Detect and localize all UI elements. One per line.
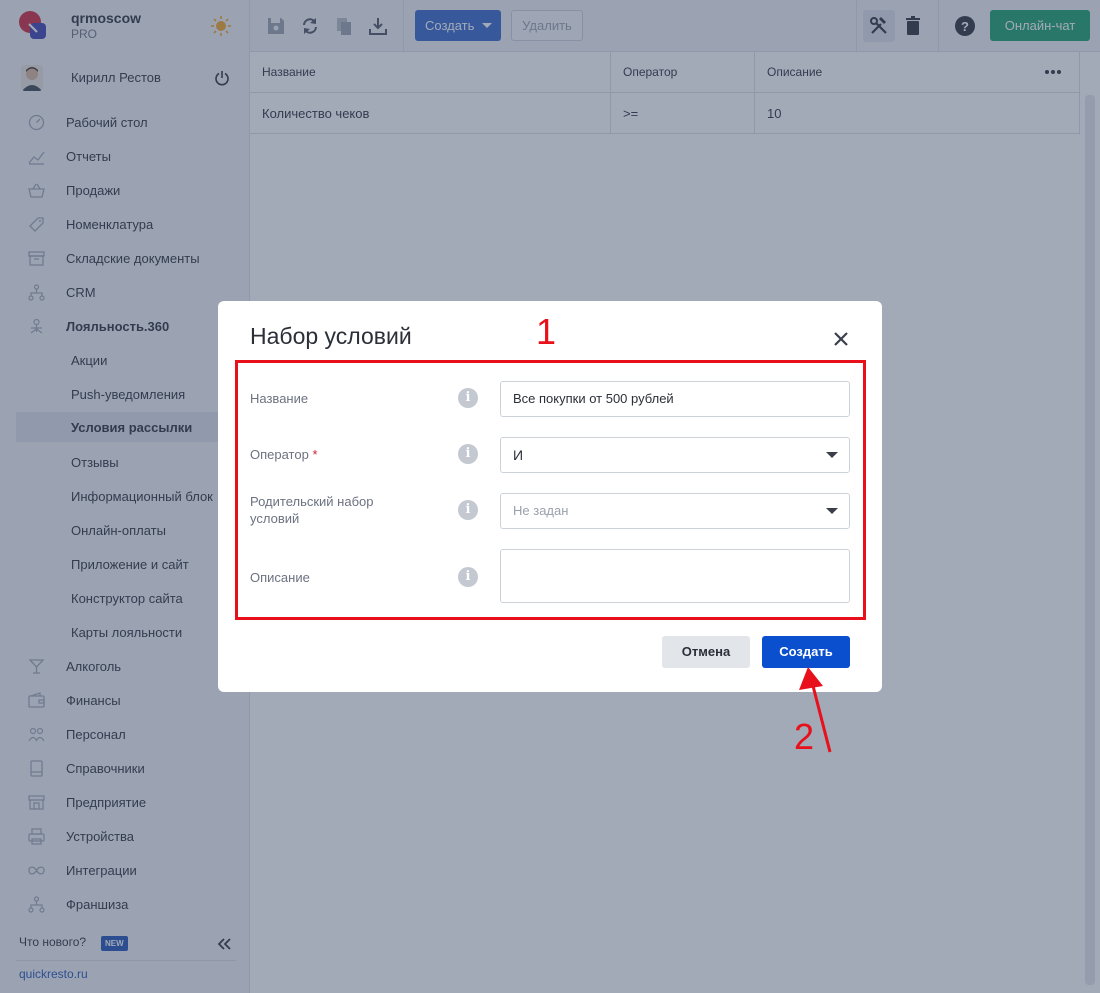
annotation-number-1: 1 bbox=[536, 311, 557, 352]
cancel-button[interactable]: Отмена bbox=[662, 636, 750, 668]
close-icon[interactable] bbox=[834, 332, 848, 346]
dialog-title: Набор условий bbox=[250, 323, 412, 349]
annotation-highlight-box bbox=[235, 360, 866, 620]
annotation-arrow-icon bbox=[799, 667, 832, 753]
